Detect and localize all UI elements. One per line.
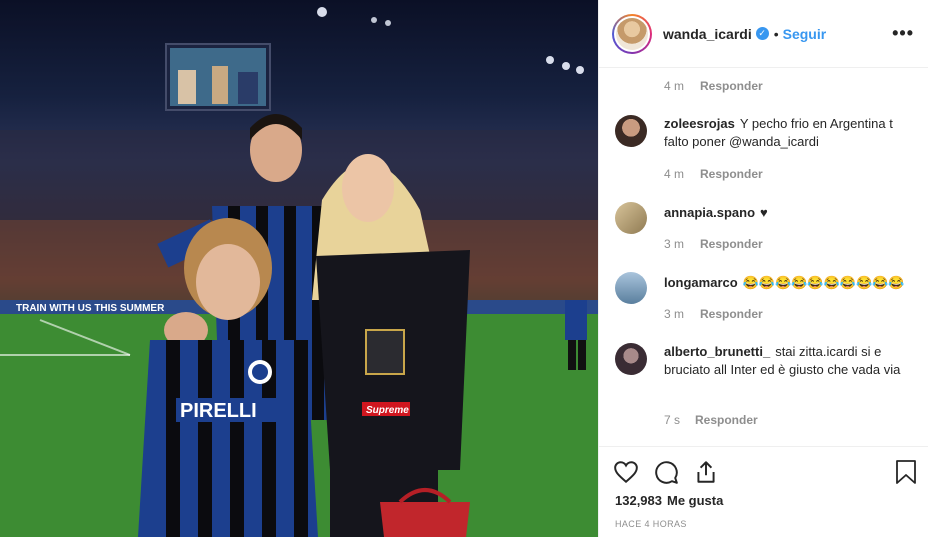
commenter-avatar[interactable] <box>615 272 647 304</box>
comment-meta: 4 m Responder <box>664 79 763 93</box>
comment-time: 3 m <box>664 307 685 321</box>
follow-button[interactable]: Seguir <box>783 26 827 42</box>
photo-illustration: TRAIN WITH US THIS SUMMER PIRELLI Suprem… <box>0 7 598 537</box>
post-actions: 132,983 Me gusta HACE 4 HORAS <box>599 446 928 537</box>
action-icons <box>613 459 733 485</box>
comment-time: 4 m <box>664 167 685 181</box>
post-timestamp[interactable]: HACE 4 HORAS <box>615 519 687 529</box>
comment-icon[interactable] <box>653 459 679 485</box>
comment-text: 😂😂😂😂😂😂😂😂😂😂 <box>742 275 905 290</box>
comment-time: 4 m <box>664 79 685 93</box>
comment-text: ♥ <box>760 205 768 220</box>
comment-meta: 7 s Responder <box>664 413 758 427</box>
comment-body: annapia.spano ♥ <box>664 204 768 234</box>
header-separator: • <box>773 25 779 42</box>
commenter-username[interactable]: alberto_brunetti_ <box>664 344 770 359</box>
bookmark-icon[interactable] <box>894 459 918 485</box>
reply-button[interactable]: Responder <box>700 307 763 321</box>
post-photo[interactable]: TRAIN WITH US THIS SUMMER PIRELLI Suprem… <box>0 0 598 537</box>
commenter-avatar[interactable] <box>615 202 647 234</box>
post-sidebar: wanda_icardi ✓ • Seguir ••• 4 m Responde… <box>598 0 928 537</box>
bag-brand-text: Supreme <box>366 405 409 416</box>
comment-body: alberto_brunetti_ stai zitta.icardi si e … <box>664 343 912 379</box>
commenter-avatar[interactable] <box>615 343 647 375</box>
share-icon[interactable] <box>693 459 719 485</box>
comment-item: longamarco 😂😂😂😂😂😂😂😂😂😂 <box>615 272 912 304</box>
comment-time: 3 m <box>664 237 685 251</box>
author-avatar[interactable] <box>612 13 652 54</box>
shirt-sponsor-text: PIRELLI <box>180 400 257 422</box>
comment-meta: 4 m Responder <box>664 167 763 181</box>
comment-body: zoleesrojas Y pecho frio en Argentina t f… <box>664 115 912 151</box>
commenter-username[interactable]: zoleesrojas <box>664 116 735 131</box>
comment-time: 7 s <box>664 413 681 427</box>
comments-list[interactable]: 4 m Responder zoleesrojas Y pecho frio en… <box>599 68 928 446</box>
commenter-username[interactable]: longamarco <box>664 275 738 290</box>
stadium-banner-text: TRAIN WITH US THIS SUMMER <box>16 303 165 314</box>
reply-button[interactable]: Responder <box>700 237 763 251</box>
likes-number: 132,983 <box>615 493 662 508</box>
commenter-avatar[interactable] <box>615 115 647 147</box>
comment-meta: 3 m Responder <box>664 307 763 321</box>
instagram-post: TRAIN WITH US THIS SUMMER PIRELLI Suprem… <box>0 0 928 537</box>
commenter-username[interactable]: annapia.spano <box>664 205 755 220</box>
reply-button[interactable]: Responder <box>700 79 763 93</box>
likes-label: Me gusta <box>667 493 724 508</box>
verified-badge-icon: ✓ <box>755 27 769 40</box>
more-options-icon[interactable]: ••• <box>892 23 914 44</box>
comment-item: annapia.spano ♥ <box>615 202 912 234</box>
heart-icon[interactable] <box>613 459 639 485</box>
comment-item: alberto_brunetti_ stai zitta.icardi si e … <box>615 343 912 379</box>
reply-button[interactable]: Responder <box>700 167 763 181</box>
reply-button[interactable]: Responder <box>695 413 758 427</box>
post-header: wanda_icardi ✓ • Seguir ••• <box>599 0 928 68</box>
comment-item: zoleesrojas Y pecho frio en Argentina t f… <box>615 115 912 151</box>
likes-count[interactable]: 132,983 Me gusta <box>615 493 723 508</box>
author-username[interactable]: wanda_icardi <box>663 26 752 42</box>
comment-meta: 3 m Responder <box>664 237 763 251</box>
comment-body: longamarco 😂😂😂😂😂😂😂😂😂😂 <box>664 274 905 304</box>
